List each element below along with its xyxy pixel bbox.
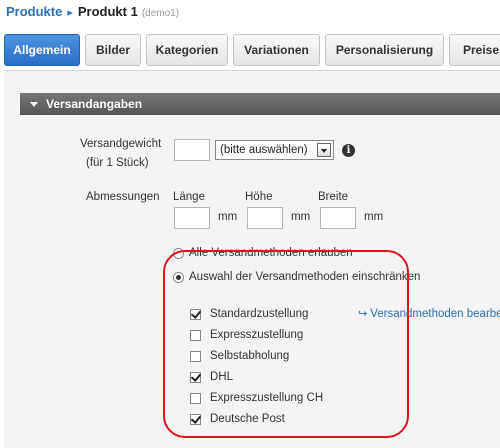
length-input[interactable] xyxy=(174,207,210,229)
length-unit: mm xyxy=(218,211,238,223)
width-input[interactable] xyxy=(320,207,356,229)
height-unit: mm xyxy=(291,211,311,223)
caret-down-icon xyxy=(30,101,38,107)
section-header-versandangaben[interactable]: Versandangaben xyxy=(20,93,500,115)
length-label: Länge xyxy=(173,191,205,203)
weight-sublabel: (für 1 Stück) xyxy=(86,157,149,169)
weight-input[interactable] xyxy=(174,139,210,161)
weight-unit-value: (bitte auswählen) xyxy=(220,144,308,156)
tab-bilder[interactable]: Bilder xyxy=(85,34,141,66)
tab-personalisierung[interactable]: Personalisierung xyxy=(325,34,444,66)
tab-preise[interactable]: Preise xyxy=(449,34,500,66)
product-id: (demo1) xyxy=(141,8,180,19)
section-title: Versandangaben xyxy=(46,97,143,111)
tab-kategorien[interactable]: Kategorien xyxy=(146,34,228,66)
width-unit: mm xyxy=(364,211,384,223)
height-label: Höhe xyxy=(245,191,273,203)
weight-label: Versandgewicht xyxy=(80,138,162,150)
highlight-annotation xyxy=(163,250,409,438)
tab-allgemein[interactable]: Allgemein xyxy=(4,34,80,66)
dimensions-label: Abmessungen xyxy=(86,191,160,203)
page-title: Produkt 1 xyxy=(77,4,138,19)
tab-bar: Allgemein Bilder Kategorien Variationen … xyxy=(4,34,500,68)
height-input[interactable] xyxy=(247,207,283,229)
breadcrumb-separator-icon: ▸ xyxy=(67,7,73,19)
info-icon[interactable]: i xyxy=(342,144,355,157)
breadcrumb-produkte-link[interactable]: Produkte xyxy=(6,4,62,19)
breadcrumb: Produkte ▸ Produkt 1 (demo1) xyxy=(6,4,179,22)
chevron-down-icon xyxy=(317,143,331,157)
tab-variationen[interactable]: Variationen xyxy=(233,34,320,66)
width-label: Breite xyxy=(318,191,349,203)
weight-unit-select[interactable]: (bitte auswählen) xyxy=(215,140,334,160)
